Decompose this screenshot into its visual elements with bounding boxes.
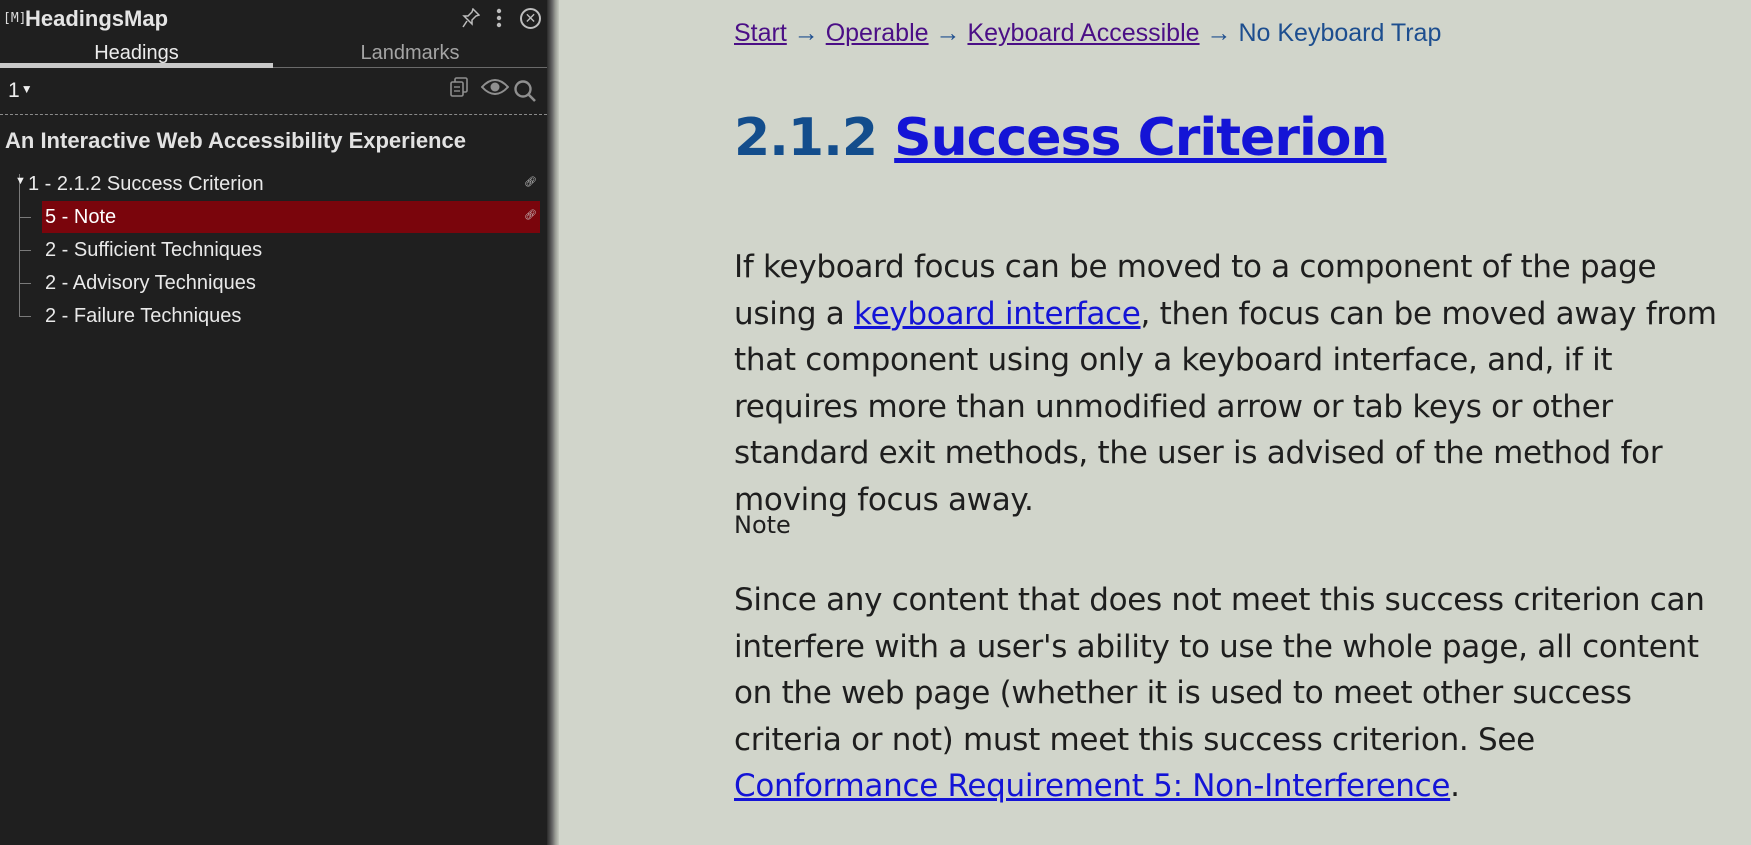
breadcrumb-separator: →	[935, 19, 961, 47]
copy-icon[interactable]	[450, 77, 468, 97]
tree-item-label: 5 - Note	[45, 206, 117, 228]
tree-item-advisory-techniques[interactable]: 2 - Advisory Techniques	[19, 267, 540, 299]
sidebar-resize-handle[interactable]	[547, 0, 559, 845]
document-title: An Interactive Web Accessibility Experie…	[5, 128, 466, 153]
pin-icon[interactable]	[462, 7, 481, 33]
link-icon[interactable]: 🔗︎	[524, 210, 537, 221]
sidebar-tabs: Headings Landmarks	[0, 38, 547, 68]
page-title-link[interactable]: Success Criterion	[894, 108, 1387, 168]
breadcrumb-separator: →	[793, 19, 819, 47]
breadcrumb-link-start[interactable]: Start	[734, 19, 787, 47]
page-title-number: 2.1.2	[734, 108, 878, 168]
expand-triangle-icon[interactable]: ▼	[15, 175, 26, 187]
heading-level-select[interactable]: 1▼	[8, 79, 33, 103]
tree-connector	[19, 316, 31, 317]
note-text: Since any content that does not meet thi…	[734, 577, 1744, 810]
search-icon[interactable]	[513, 79, 537, 103]
note-text-prefix: Since any content that does not meet thi…	[734, 582, 1705, 758]
sidebar-toolbar: 1▼	[0, 69, 547, 115]
tree-item-success-criterion[interactable]: ▼ 1 - 2.1.2 Success Criterion 🔗︎	[15, 168, 540, 200]
headingsmap-logo-icon: [M]	[3, 11, 27, 26]
close-icon[interactable]: ✕	[520, 8, 541, 29]
chevron-down-icon: ▼	[20, 82, 33, 96]
breadcrumb-current: No Keyboard Trap	[1238, 19, 1442, 47]
tree-connector	[19, 250, 31, 251]
note-heading: Note	[734, 511, 791, 539]
tree-item-note[interactable]: 5 - Note 🔗︎	[19, 201, 540, 233]
tree-item-label: 1 - 2.1.2 Success Criterion	[28, 173, 264, 195]
active-tab-indicator	[0, 63, 273, 68]
conformance-requirement-link[interactable]: Conformance Requirement 5: Non-Interfere…	[734, 768, 1450, 804]
criterion-text: If keyboard focus can be moved to a comp…	[734, 244, 1744, 523]
heading-level-value: 1	[8, 79, 20, 102]
eye-icon[interactable]	[480, 77, 510, 97]
breadcrumb-link-operable[interactable]: Operable	[826, 19, 929, 47]
page-title: 2.1.2 Success Criterion	[734, 108, 1388, 168]
tree-connector	[19, 283, 31, 284]
tree-item-label: 2 - Advisory Techniques	[45, 272, 256, 294]
tab-headings[interactable]: Headings	[0, 42, 273, 65]
sidebar-header: [M] HeadingsMap ✕	[0, 0, 547, 36]
tree-item-label: 2 - Failure Techniques	[45, 305, 242, 327]
breadcrumb: Start → Operable → Keyboard Accessible →…	[734, 19, 1441, 48]
breadcrumb-separator: →	[1206, 19, 1232, 47]
sidebar-title: HeadingsMap	[25, 6, 169, 31]
link-icon[interactable]: 🔗︎	[524, 177, 537, 188]
keyboard-interface-link[interactable]: keyboard interface	[854, 296, 1141, 332]
kebab-menu-icon[interactable]	[496, 8, 502, 33]
note-text-suffix: .	[1450, 768, 1460, 804]
tree-item-failure-techniques[interactable]: 2 - Failure Techniques	[19, 300, 540, 332]
headingsmap-sidebar: [M] HeadingsMap ✕ Headings Landmarks 1 ▼ …	[0, 0, 547, 845]
tree-item-sufficient-techniques[interactable]: 2 - Sufficient Techniques	[19, 234, 540, 266]
tree-connector	[19, 217, 31, 218]
main-content: Start → Operable → Keyboard Accessible →…	[559, 0, 1751, 845]
tree-item-label: 2 - Sufficient Techniques	[45, 239, 263, 261]
tab-landmarks[interactable]: Landmarks	[273, 42, 547, 65]
breadcrumb-link-keyboard-accessible[interactable]: Keyboard Accessible	[967, 19, 1199, 47]
